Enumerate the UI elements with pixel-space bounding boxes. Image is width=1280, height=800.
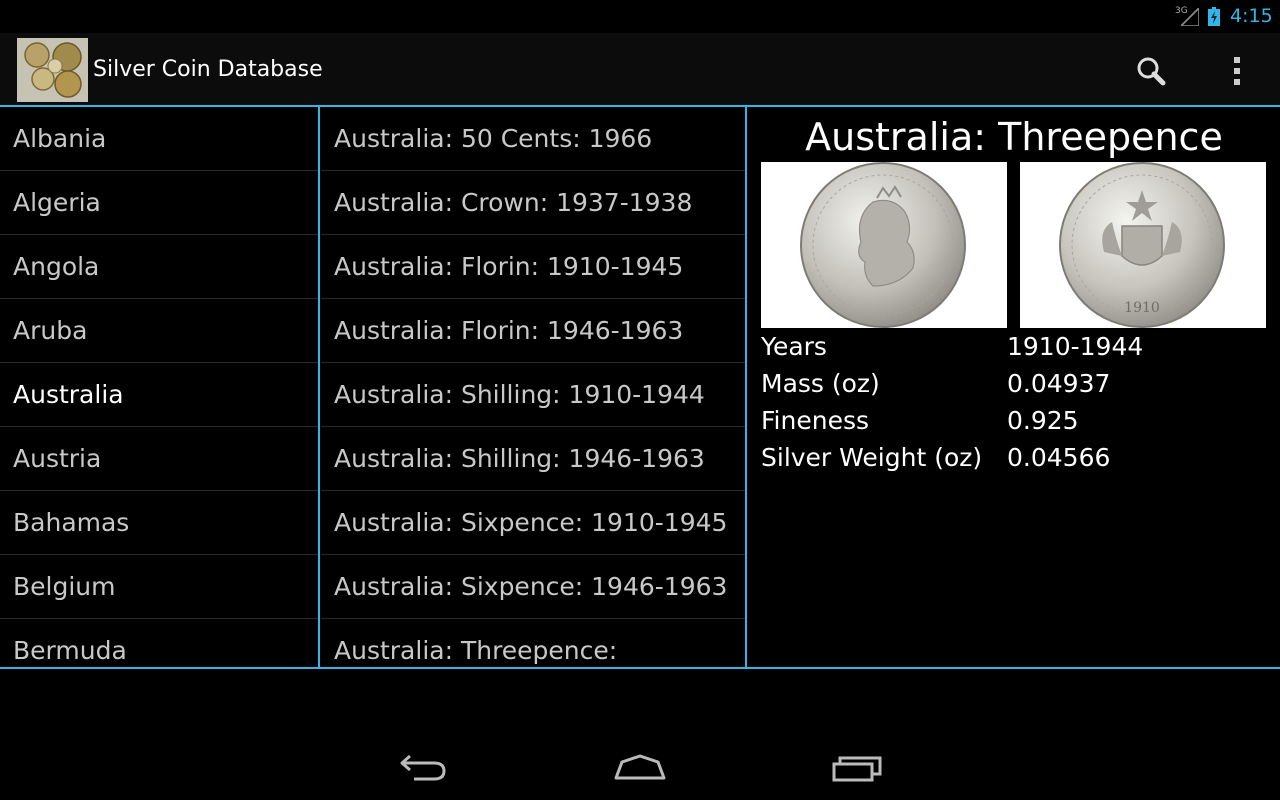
coins-app-icon[interactable]: [17, 38, 88, 102]
list-item-country[interactable]: Angola: [0, 235, 318, 299]
recents-icon[interactable]: [830, 754, 884, 782]
coin-detail: Australia: Threepence 1910 Years 1910-19…: [748, 107, 1280, 667]
coin-reverse-year: 1910: [1124, 300, 1160, 316]
spec-value: 0.04937: [1007, 369, 1111, 398]
country-list[interactable]: Albania Algeria Angola Aruba Australia A…: [0, 107, 318, 667]
signal-icon: [1181, 8, 1199, 26]
list-item-coin[interactable]: Australia: Shilling: 1910-1944: [321, 363, 745, 427]
list-item-country[interactable]: Belgium: [0, 555, 318, 619]
list-item-coin[interactable]: Australia: Sixpence: 1910-1945: [321, 491, 745, 555]
coin-list[interactable]: Australia: 50 Cents: 1966 Australia: Cro…: [321, 107, 745, 667]
list-item-country[interactable]: Austria: [0, 427, 318, 491]
list-item-coin[interactable]: Australia: Sixpence: 1946-1963: [321, 555, 745, 619]
list-item-country[interactable]: Albania: [0, 107, 318, 171]
list-item-country-selected[interactable]: Australia: [0, 363, 318, 427]
spec-value: 1910-1944: [1007, 332, 1144, 361]
coin-obverse-image: [761, 162, 1007, 328]
clock: 4:15: [1230, 5, 1273, 27]
list-item-country[interactable]: Bahamas: [0, 491, 318, 555]
status-bar: 3G 4:15: [0, 0, 1280, 33]
list-item-coin[interactable]: Australia: Shilling: 1946-1963: [321, 427, 745, 491]
list-item-country[interactable]: Aruba: [0, 299, 318, 363]
overflow-menu-icon[interactable]: [1222, 49, 1252, 93]
spec-label: Fineness: [761, 406, 870, 435]
app-title: Silver Coin Database: [93, 57, 323, 82]
spec-value: 0.04566: [1007, 443, 1111, 472]
home-icon[interactable]: [612, 754, 668, 780]
list-item-coin[interactable]: Australia: Threepence:: [321, 619, 745, 667]
list-item-coin[interactable]: Australia: Florin: 1946-1963: [321, 299, 745, 363]
list-item-coin[interactable]: Australia: Crown: 1937-1938: [321, 171, 745, 235]
search-icon[interactable]: [1128, 49, 1176, 93]
list-item-coin[interactable]: Australia: 50 Cents: 1966: [321, 107, 745, 171]
back-icon[interactable]: [398, 752, 450, 782]
battery-charging-icon: [1208, 7, 1220, 26]
spec-label: Silver Weight (oz): [761, 443, 983, 472]
list-item-country[interactable]: Algeria: [0, 171, 318, 235]
coin-title: Australia: Threepence: [805, 115, 1223, 159]
coin-reverse-image: 1910: [1020, 162, 1266, 328]
content-bottom-divider: [0, 667, 1280, 669]
spec-value: 0.925: [1007, 406, 1079, 435]
list-item-coin[interactable]: Australia: Florin: 1910-1945: [321, 235, 745, 299]
spec-label: Mass (oz): [761, 369, 880, 398]
pane-divider: [745, 107, 747, 667]
action-bar: Silver Coin Database: [0, 33, 1280, 105]
list-item-country[interactable]: Bermuda: [0, 619, 318, 667]
navigation-bar: [0, 720, 1280, 800]
pane-divider: [318, 107, 320, 667]
spec-label: Years: [761, 332, 827, 361]
